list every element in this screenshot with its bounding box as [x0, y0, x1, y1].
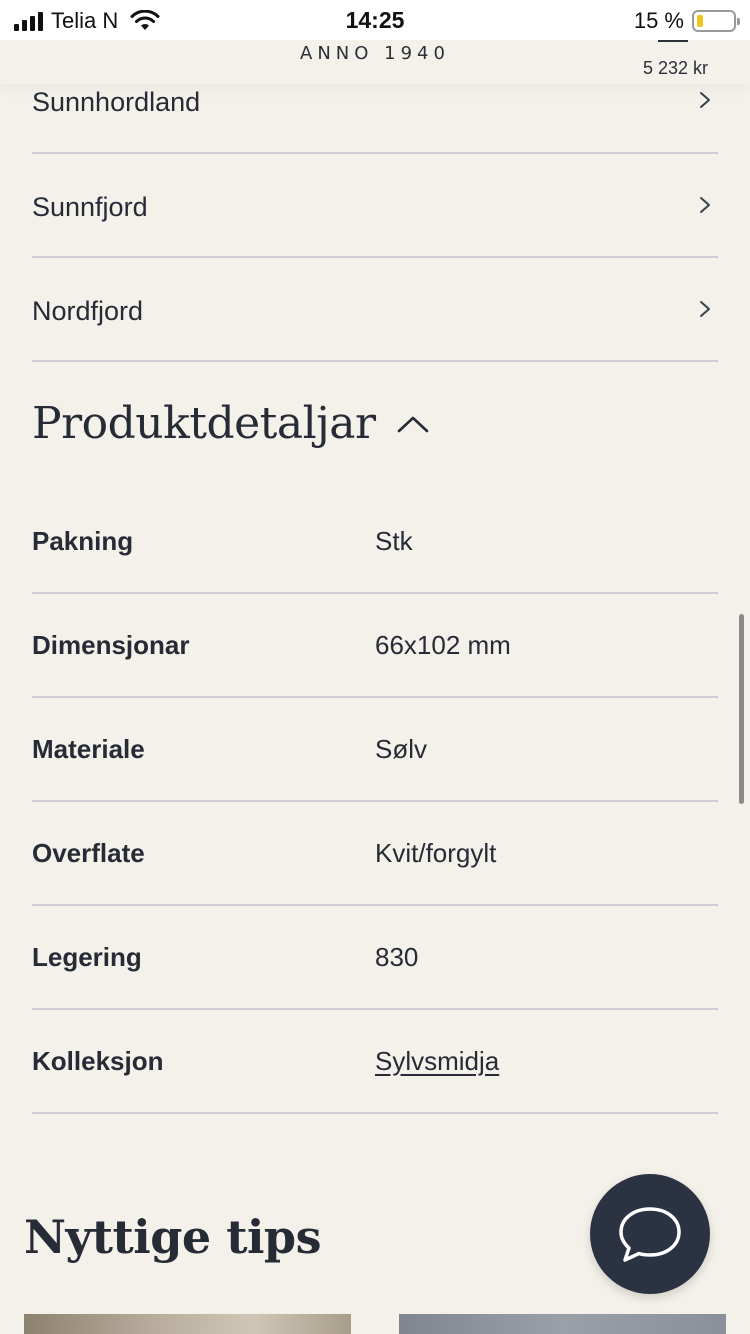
detail-value: Kvit/forgylt	[375, 837, 497, 868]
product-details-toggle[interactable]: Produktdetaljar	[32, 398, 430, 449]
brand-tagline: ANNO 1940	[300, 43, 450, 64]
product-details-table: Pakning Stk Dimensjonar 66x102 mm Materi…	[32, 490, 718, 1114]
battery-icon	[692, 10, 740, 32]
detail-value: Sølv	[375, 733, 427, 764]
detail-value: 830	[375, 941, 419, 972]
product-page: Telia N 14:25 15 % ANNO 1940 5 232 kr Su…	[0, 0, 750, 1334]
region-item-sunnfjord[interactable]: Sunnfjord	[32, 154, 718, 258]
detail-key: Overflate	[32, 837, 145, 868]
battery-percentage: 15 %	[633, 8, 684, 33]
region-item-nordfjord[interactable]: Nordfjord	[32, 258, 718, 362]
site-header: ANNO 1940 5 232 kr	[0, 40, 750, 84]
region-label: Nordfjord	[32, 295, 144, 326]
chevron-right-icon	[700, 301, 710, 317]
chevron-up-icon	[397, 416, 428, 432]
detail-row-legering: Legering 830	[32, 906, 718, 1010]
detail-key: Pakning	[32, 525, 134, 556]
detail-value: 66x102 mm	[375, 629, 511, 660]
detail-row-materiale: Materiale Sølv	[32, 698, 718, 802]
tip-card[interactable]	[399, 1314, 726, 1334]
detail-key: Materiale	[32, 733, 145, 764]
product-details-title: Produktdetaljar	[32, 398, 376, 449]
chat-button[interactable]	[590, 1174, 710, 1294]
status-bar: Telia N 14:25 15 %	[0, 0, 750, 40]
chat-bubble-icon	[619, 1207, 681, 1262]
detail-row-overflate: Overflate Kvit/forgylt	[32, 802, 718, 906]
chevron-right-icon	[700, 92, 710, 108]
collection-link[interactable]: Sylvsmidja	[375, 1046, 499, 1077]
region-label: Sunnfjord	[32, 191, 148, 222]
detail-key: Kolleksjon	[32, 1045, 164, 1076]
tip-card[interactable]	[24, 1314, 351, 1334]
cart-icon[interactable]	[658, 40, 688, 42]
scrollbar[interactable]	[739, 614, 744, 804]
status-right: 15 %	[633, 8, 740, 34]
detail-key: Legering	[32, 941, 142, 972]
detail-row-dimensjonar: Dimensjonar 66x102 mm	[32, 594, 718, 698]
cart-total[interactable]: 5 232 kr	[643, 58, 708, 79]
detail-row-kolleksjon: Kolleksjon Sylvsmidja	[32, 1010, 718, 1114]
chevron-right-icon	[700, 197, 710, 213]
region-label: Sunnhordland	[32, 86, 201, 117]
tips-title: Nyttige tips	[24, 1210, 321, 1264]
detail-value: Stk	[375, 525, 413, 556]
detail-row-pakning: Pakning Stk	[32, 490, 718, 594]
detail-key: Dimensjonar	[32, 629, 190, 660]
region-list: Sunnhordland Sunnfjord Nordfjord	[32, 48, 718, 362]
